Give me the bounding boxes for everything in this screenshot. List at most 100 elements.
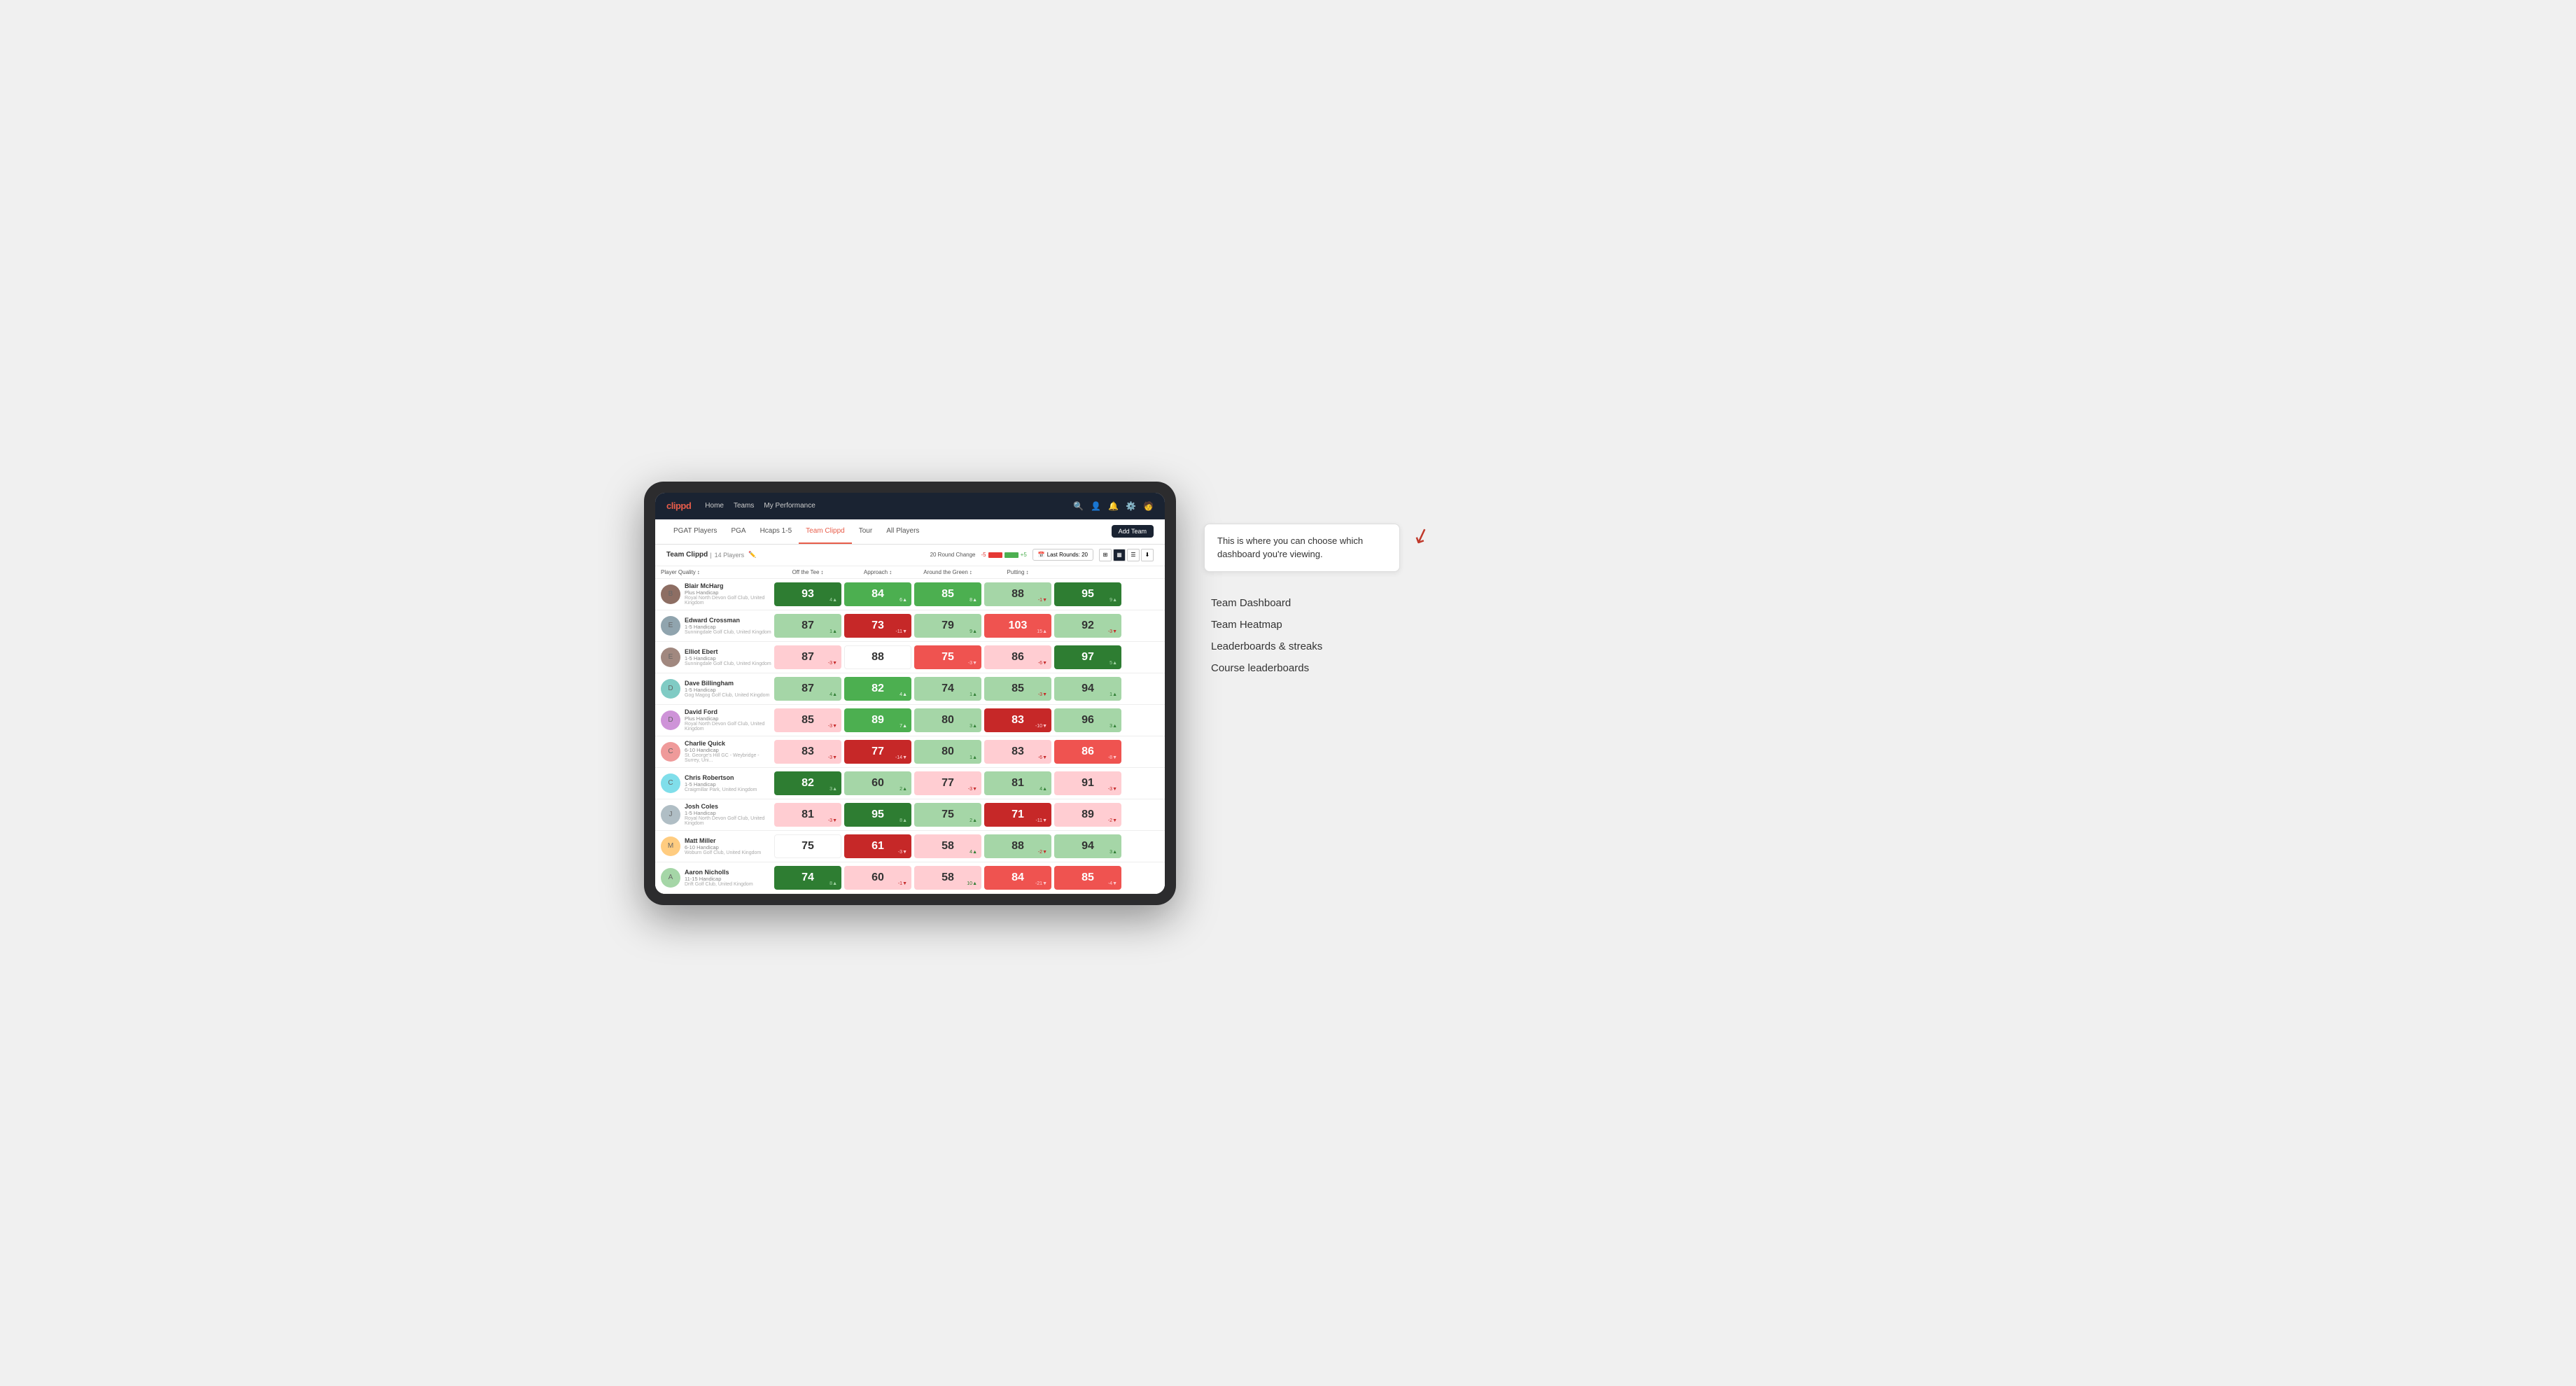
score-cell[interactable]: 83-10▼ (984, 708, 1051, 732)
score-cell[interactable]: 858▲ (914, 582, 981, 606)
score-cell[interactable]: 84-21▼ (984, 866, 1051, 890)
score-cell[interactable]: 75-3▼ (914, 645, 981, 669)
score-cell[interactable]: 801▲ (914, 740, 981, 764)
score-cell[interactable]: 60-1▼ (844, 866, 911, 890)
annotation-list: Team Dashboard Team Heatmap Leaderboards… (1204, 597, 1932, 674)
tab-all-players[interactable]: All Players (879, 519, 926, 544)
settings-icon[interactable]: ⚙️ (1126, 501, 1136, 511)
score-cell[interactable]: 85-3▼ (774, 708, 841, 732)
score-cell[interactable]: 602▲ (844, 771, 911, 795)
score-cell[interactable]: 91-3▼ (1054, 771, 1121, 795)
table-view-button[interactable]: ▦ (1113, 549, 1126, 561)
score-cell[interactable]: 77-14▼ (844, 740, 911, 764)
col-off-tee[interactable]: Off the Tee ↕ (773, 569, 843, 575)
table-row[interactable]: EEdward Crossman1-5 HandicapSunningdale … (655, 610, 1165, 642)
score-change: -3▼ (828, 755, 837, 760)
add-team-button[interactable]: Add Team (1112, 525, 1154, 538)
table-row[interactable]: DDave Billingham1-5 HandicapGog Magog Go… (655, 673, 1165, 705)
list-view-button[interactable]: ☰ (1127, 549, 1140, 561)
score-cell[interactable]: 86-6▼ (984, 645, 1051, 669)
score-cell[interactable]: 871▲ (774, 614, 841, 638)
score-cell[interactable]: 89-2▼ (1054, 803, 1121, 827)
player-club: Drift Golf Club, United Kingdom (685, 882, 753, 887)
player-handicap: 1-5 Handicap (685, 810, 773, 816)
col-approach[interactable]: Approach ↕ (843, 569, 913, 575)
tab-pga[interactable]: PGA (724, 519, 752, 544)
score-cell[interactable]: 874▲ (774, 677, 841, 701)
player-name: Matt Miller (685, 837, 761, 844)
score-cell[interactable]: 814▲ (984, 771, 1051, 795)
score-cell[interactable]: 803▲ (914, 708, 981, 732)
score-cell[interactable]: 958▲ (844, 803, 911, 827)
score-cell[interactable]: 77-3▼ (914, 771, 981, 795)
score-cell[interactable]: 897▲ (844, 708, 911, 732)
score-cell[interactable]: 83 -3▼ (774, 740, 841, 764)
col-around-green[interactable]: Around the Green ↕ (913, 569, 983, 575)
last-rounds-button[interactable]: 📅 Last Rounds: 20 (1032, 549, 1093, 561)
nav-teams[interactable]: Teams (734, 502, 754, 510)
score-cell[interactable]: 75 (774, 834, 841, 858)
score-cell[interactable]: 584▲ (914, 834, 981, 858)
score-cell[interactable]: 5810▲ (914, 866, 981, 890)
edit-icon[interactable]: ✏️ (748, 551, 756, 559)
tab-hcaps[interactable]: Hcaps 1-5 (753, 519, 799, 544)
table-row[interactable]: DDavid FordPlus HandicapRoyal North Devo… (655, 705, 1165, 736)
score-cell[interactable]: 88 (844, 645, 911, 669)
filter-button[interactable]: ⬇ (1141, 549, 1154, 561)
score-cell[interactable]: 975▲ (1054, 645, 1121, 669)
nav-home[interactable]: Home (705, 502, 724, 510)
annotation-team-dashboard: Team Dashboard (1211, 597, 1932, 609)
table-row[interactable]: EElliot Ebert1-5 HandicapSunningdale Gol… (655, 642, 1165, 673)
score-change: -10▼ (1035, 724, 1047, 729)
col-player-quality[interactable]: Player Quality ↕ (661, 569, 773, 575)
search-icon[interactable]: 🔍 (1073, 501, 1084, 511)
score-cell[interactable]: 85-4▼ (1054, 866, 1121, 890)
table-row[interactable]: AAaron Nicholls11-15 HandicapDrift Golf … (655, 862, 1165, 894)
score-cell[interactable]: 799▲ (914, 614, 981, 638)
score-cell[interactable]: 959▲ (1054, 582, 1121, 606)
score-value: 83 (802, 746, 814, 758)
avatar-icon[interactable]: 🧑 (1143, 501, 1154, 511)
score-value: 60 (872, 777, 884, 790)
score-cell[interactable]: 752▲ (914, 803, 981, 827)
bell-icon[interactable]: 🔔 (1108, 501, 1119, 511)
score-cell[interactable]: 741▲ (914, 677, 981, 701)
score-cell[interactable]: 941▲ (1054, 677, 1121, 701)
table-row[interactable]: CChris Robertson1-5 HandicapCraigmillar … (655, 768, 1165, 799)
score-cell[interactable]: 846▲ (844, 582, 911, 606)
score-cell[interactable]: 748▲ (774, 866, 841, 890)
score-cell[interactable]: 81-3▼ (774, 803, 841, 827)
player-info: DDave Billingham1-5 HandicapGog Magog Go… (661, 679, 773, 699)
score-cell[interactable]: 85-3▼ (984, 677, 1051, 701)
score-cell[interactable]: 10315▲ (984, 614, 1051, 638)
table-row[interactable]: CCharlie Quick6-10 HandicapSt. George's … (655, 736, 1165, 768)
nav-my-performance[interactable]: My Performance (764, 502, 815, 510)
change-bar-green (1004, 552, 1018, 558)
score-cell[interactable]: 88-1▼ (984, 582, 1051, 606)
table-row[interactable]: JJosh Coles1-5 HandicapRoyal North Devon… (655, 799, 1165, 831)
score-cell[interactable]: 92-3▼ (1054, 614, 1121, 638)
score-cell[interactable]: 824▲ (844, 677, 911, 701)
table-row[interactable]: BBlair McHargPlus HandicapRoyal North De… (655, 579, 1165, 610)
col-putting[interactable]: Putting ↕ (983, 569, 1053, 575)
tab-pgat-players[interactable]: PGAT Players (666, 519, 724, 544)
score-change: 15▲ (1037, 629, 1047, 634)
table-row[interactable]: MMatt Miller6-10 HandicapWoburn Golf Clu… (655, 831, 1165, 862)
score-cell[interactable]: 963▲ (1054, 708, 1121, 732)
score-cell[interactable]: 71-11▼ (984, 803, 1051, 827)
tab-team-clippd[interactable]: Team Clippd (799, 519, 852, 544)
score-change: -21▼ (1035, 881, 1047, 886)
score-value: 80 (941, 714, 954, 727)
score-cell[interactable]: 73-11▼ (844, 614, 911, 638)
score-cell[interactable]: 83-6▼ (984, 740, 1051, 764)
score-cell[interactable]: 934▲ (774, 582, 841, 606)
tab-tour[interactable]: Tour (852, 519, 879, 544)
score-cell[interactable]: 943▲ (1054, 834, 1121, 858)
score-cell[interactable]: 87-3▼ (774, 645, 841, 669)
score-cell[interactable]: 61-3▼ (844, 834, 911, 858)
grid-view-button[interactable]: ⊞ (1099, 549, 1112, 561)
person-icon[interactable]: 👤 (1091, 501, 1101, 511)
score-cell[interactable]: 823▲ (774, 771, 841, 795)
score-cell[interactable]: 88-2▼ (984, 834, 1051, 858)
score-cell[interactable]: 86-8▼ (1054, 740, 1121, 764)
